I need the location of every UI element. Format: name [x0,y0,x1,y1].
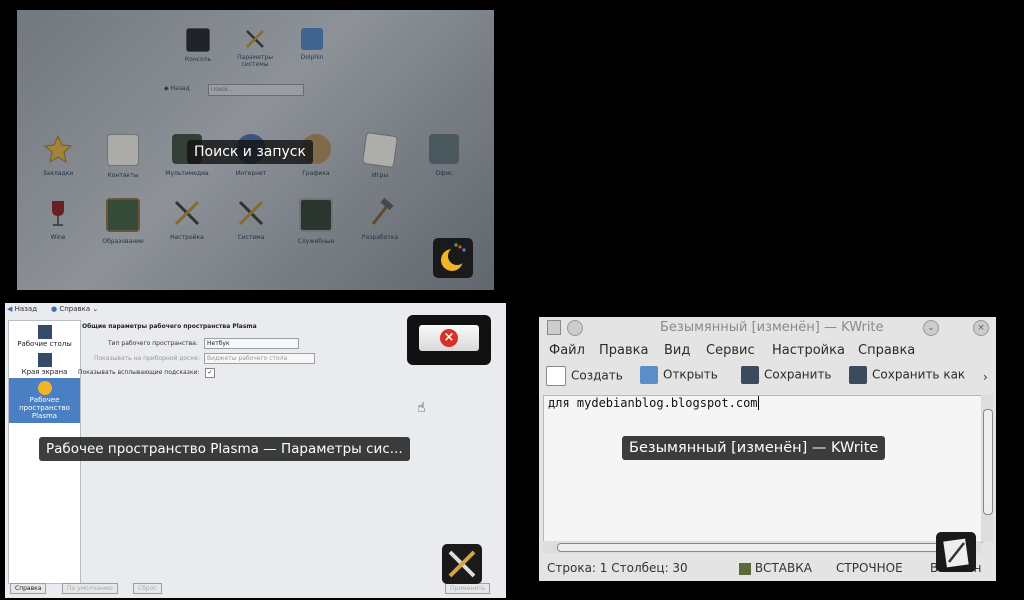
kickoff-icon [441,243,466,271]
field-label-workspace-type: Тип рабочего пространства: [108,340,198,347]
screen-edges-icon [37,353,52,367]
sidebar-item-desktops[interactable]: Рабочие столы [9,321,80,350]
settings-app-badge [442,544,482,584]
dashboard-select[interactable]: Виджеты рабочего стола [204,353,315,364]
settings-heading: Общие параметры рабочего пространства Pl… [82,323,257,330]
menu-tools[interactable]: Сервис [706,343,755,358]
menu-edit[interactable]: Правка [599,343,648,358]
kwrite-app-icon [547,320,561,335]
menu-view[interactable]: Вид [664,343,690,358]
kwrite-window[interactable]: Безымянный [изменён] — KWrite ⌄ × Файл П… [539,317,996,581]
open-button[interactable]: Открыть [640,366,718,384]
save-button[interactable]: Сохранить [741,366,832,384]
close-icon[interactable]: × [973,320,989,336]
horizontal-scroll-thumb[interactable] [557,543,939,552]
save-icon [741,366,759,384]
toolbar-help-button[interactable]: ● Справка ⌄ [51,305,98,313]
desktops-icon [37,325,52,339]
menu-settings[interactable]: Настройка [772,343,845,358]
menu-dot-icon[interactable] [567,320,583,336]
close-icon: × [440,329,458,347]
vertical-scroll-thumb[interactable] [983,409,993,515]
settings-tools-icon [448,550,476,578]
help-button[interactable]: Справка [10,583,47,594]
window-title-label: Поиск и запуск [187,140,313,164]
text-editor-icon [943,538,969,568]
pencil-icon [739,562,751,575]
reset-button[interactable]: Сброс [133,583,162,594]
close-button[interactable]: × [419,325,479,351]
toolbar-back-button[interactable]: ◀ Назад [7,305,37,313]
window-title-label: Рабочее пространство Plasma — Параметры … [39,437,410,461]
chevron-down-icon: ⌄ [92,305,99,313]
open-folder-icon [640,366,658,384]
menu-help[interactable]: Справка [858,343,915,358]
apply-button[interactable]: Применить [445,583,491,594]
defaults-button[interactable]: По умолчанию [62,583,118,594]
sidebar-item-screen-edges[interactable]: Края экрана [9,350,80,378]
plasma-workspace-icon [37,381,52,395]
field-label-dashboard: Показывать на приборной доске: [94,355,200,362]
app-launcher-badge [433,238,473,278]
sidebar-item-plasma-workspace[interactable]: Рабочее пространство Plasma [9,378,80,423]
field-label-tooltips: Показывать всплывающие подсказки: [78,369,200,376]
menu-file[interactable]: Файл [549,343,585,358]
close-window-overlay: × [407,315,491,365]
edit-mode-status[interactable]: ВСТАВКА [739,561,812,575]
save-as-button[interactable]: Сохранить как [849,366,965,384]
new-button[interactable]: Создать [546,366,623,386]
save-as-icon [849,366,867,384]
selection-mode-status[interactable]: СТРОЧНОЕ [836,561,903,575]
hand-cursor-icon: ☝ [417,400,426,416]
kwrite-title-bar: Безымянный [изменён] — KWrite [660,320,884,335]
workspace-type-select[interactable]: Нетбук [204,338,299,349]
help-icon: ● [51,305,58,313]
back-arrow-icon: ◀ [7,305,13,313]
new-document-icon [546,366,566,386]
toolbar-overflow-chevron-icon[interactable]: › [983,370,988,384]
editor-text: для mydebianblog.blogspot.com [548,396,759,410]
kwrite-app-badge [936,532,976,572]
text-cursor [757,396,759,410]
tooltips-checkbox[interactable]: ✓ [205,368,215,378]
cursor-position: Строка: 1 Столбец: 30 [547,561,688,575]
horizontal-scrollbar[interactable] [543,541,981,553]
vertical-scrollbar[interactable] [981,395,993,541]
settings-window[interactable]: ◀ Назад ● Справка ⌄ Рабочие столы Края э… [5,303,506,598]
text-editor[interactable]: для mydebianblog.blogspot.com [543,395,983,543]
window-title-label: Безымянный [изменён] — KWrite [622,436,886,460]
minimize-icon[interactable]: ⌄ [923,320,939,336]
launcher-window[interactable]: Консоль Параметры системы Dolphin ◆ Наза… [17,10,494,290]
